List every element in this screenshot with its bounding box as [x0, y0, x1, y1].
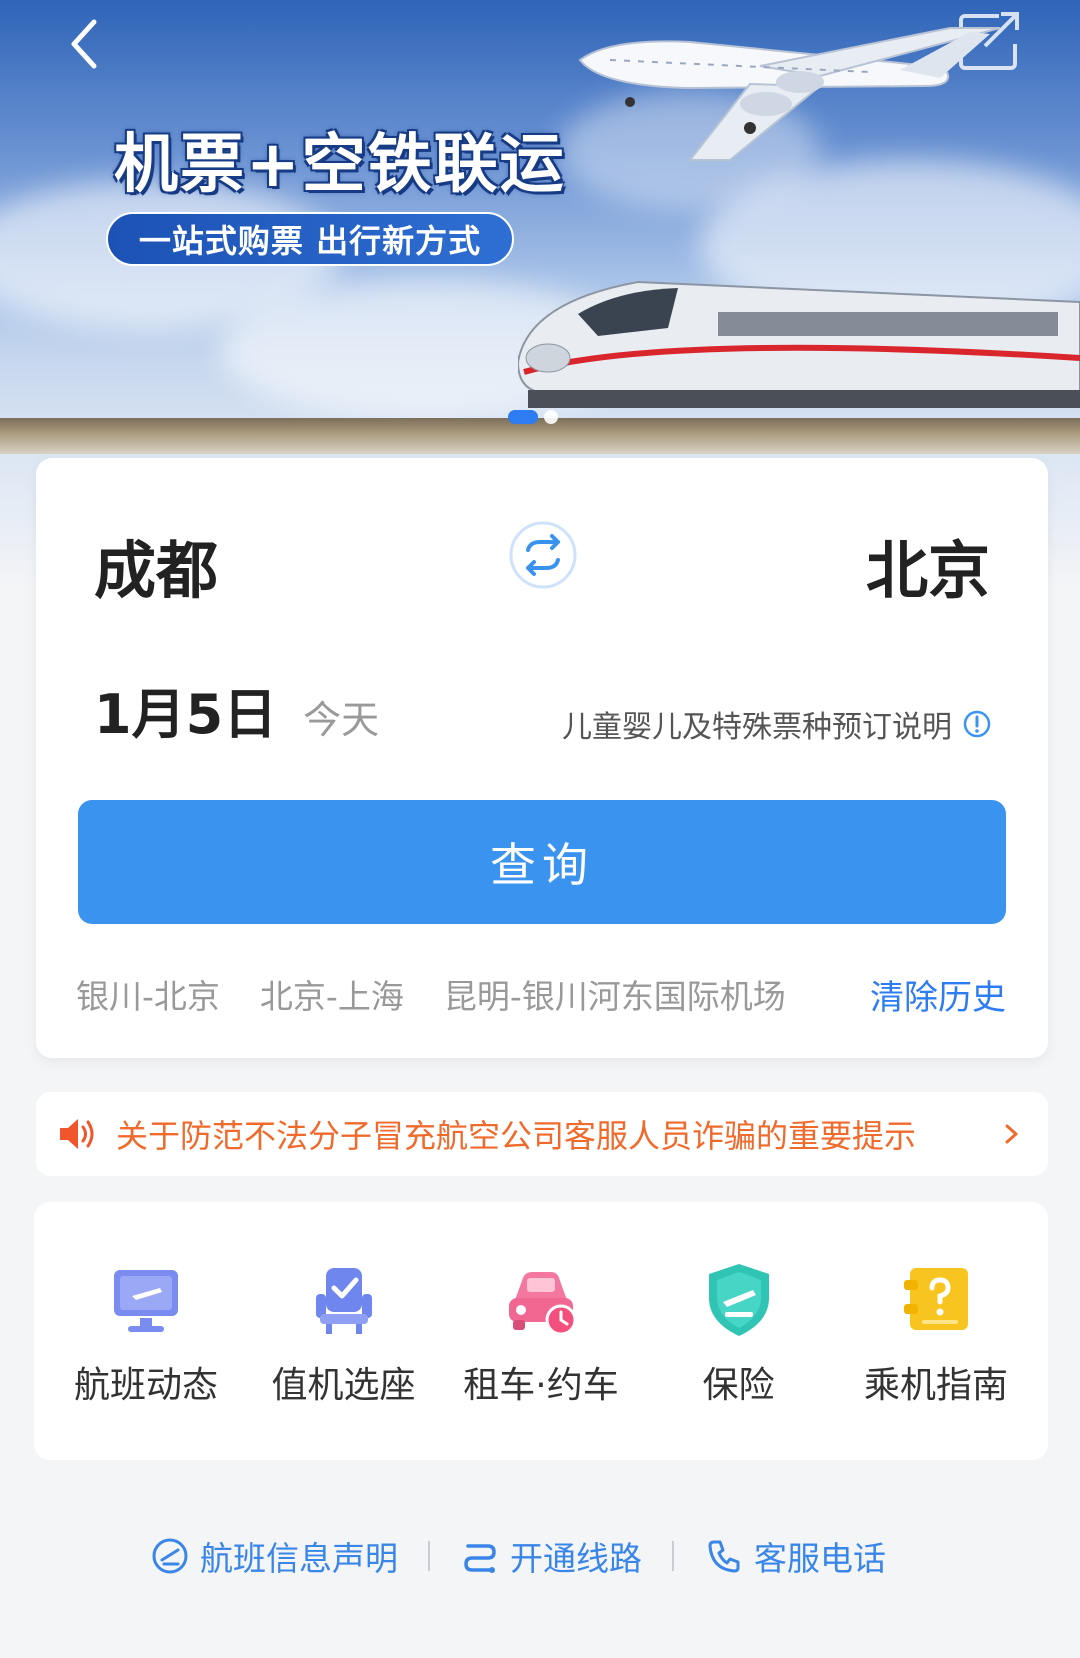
- customer-service-link[interactable]: 客服电话: [704, 1532, 886, 1580]
- query-button[interactable]: 查询: [78, 800, 1006, 924]
- swap-cities-icon[interactable]: [508, 520, 578, 590]
- special-ticket-note-link[interactable]: 儿童婴儿及特殊票种预订说明: [562, 702, 992, 746]
- search-history-list: 银川-北京 北京-上海 昆明-银川河东国际机场: [76, 970, 796, 1016]
- back-arrow-icon[interactable]: [58, 14, 118, 74]
- boarding-guide-icon: [904, 1268, 968, 1330]
- phone-icon: [708, 1540, 740, 1573]
- service-insurance[interactable]: 保险: [641, 1260, 837, 1460]
- banner-headline: 机票+空铁联运: [100, 118, 580, 202]
- flight-info-statement-link[interactable]: 航班信息声明: [150, 1532, 398, 1580]
- car-rental-icon: [509, 1272, 577, 1336]
- airplane-illustration: [578, 27, 1001, 161]
- service-label: 租车·约车: [463, 1365, 619, 1406]
- service-check-in-seat[interactable]: 值机选座: [246, 1260, 442, 1460]
- bullet-train-illustration: [518, 280, 1080, 408]
- banner-tagline: 一站式购票 出行新方式: [106, 212, 514, 266]
- route-icon: [464, 1544, 496, 1573]
- carousel-dot-active[interactable]: [508, 410, 538, 424]
- footer-link-label: 航班信息声明: [200, 1539, 398, 1578]
- service-label: 航班动态: [73, 1365, 218, 1406]
- service-car-rental[interactable]: 租车·约车: [443, 1260, 639, 1460]
- flight-search-card: 成都 北京 1月5日 今天 儿童婴儿及特殊票种预订说明 查询 银川-北京 北京-…: [36, 458, 1048, 1058]
- statement-icon: [152, 1538, 188, 1574]
- footer-links: 航班信息声明 开通线路 客服电话: [150, 1526, 950, 1586]
- fraud-warning-notice[interactable]: 关于防范不法分子冒充航空公司客服人员诈骗的重要提示: [36, 1092, 1048, 1176]
- footer-link-label: 客服电话: [754, 1539, 886, 1578]
- footer-link-label: 开通线路: [510, 1539, 642, 1578]
- history-item[interactable]: 北京-上海: [260, 970, 404, 1016]
- departure-date-selector[interactable]: 1月5日 今天: [94, 670, 379, 749]
- chevron-right-icon: [1005, 1124, 1018, 1144]
- departure-city[interactable]: 成都: [94, 520, 218, 610]
- routes-link[interactable]: 开通线路: [460, 1532, 642, 1580]
- history-item[interactable]: 银川-北京: [76, 970, 220, 1016]
- service-boarding-guide[interactable]: 乘机指南: [838, 1260, 1034, 1460]
- service-label: 乘机指南: [863, 1365, 1008, 1406]
- carousel-indicator: [508, 410, 558, 424]
- speaker-icon: [60, 1119, 94, 1149]
- special-ticket-note-text: 儿童婴儿及特殊票种预订说明: [562, 710, 952, 745]
- service-grid: 航班动态 值机选座 租车·约车 保险 乘机指南: [34, 1202, 1048, 1460]
- clear-history-button[interactable]: 清除历史: [870, 970, 1006, 1019]
- service-label: 保险: [702, 1365, 775, 1406]
- flight-status-icon: [114, 1270, 178, 1332]
- insurance-shield-icon: [708, 1264, 769, 1336]
- notice-text: 关于防范不法分子冒充航空公司客服人员诈骗的重要提示: [116, 1117, 917, 1155]
- banner-headline-text: 机票+空铁联运: [114, 128, 566, 202]
- date-hint: 今天: [303, 698, 380, 742]
- seat-selection-icon: [315, 1268, 372, 1334]
- service-flight-status[interactable]: 航班动态: [48, 1260, 244, 1460]
- carousel-dot[interactable]: [544, 410, 558, 424]
- service-label: 值机选座: [271, 1365, 416, 1406]
- footer-divider: [428, 1541, 430, 1571]
- arrival-city[interactable]: 北京: [866, 520, 990, 610]
- footer-divider: [672, 1541, 674, 1571]
- departure-date[interactable]: 1月5日: [94, 670, 277, 749]
- info-icon: [963, 710, 991, 738]
- history-item[interactable]: 昆明-银川河东国际机场: [444, 970, 786, 1016]
- flight-booking-page: 机票+空铁联运 一站式购票 出行新方式 成都 北京 1月5日 今天 儿童婴儿及特…: [0, 0, 1080, 1658]
